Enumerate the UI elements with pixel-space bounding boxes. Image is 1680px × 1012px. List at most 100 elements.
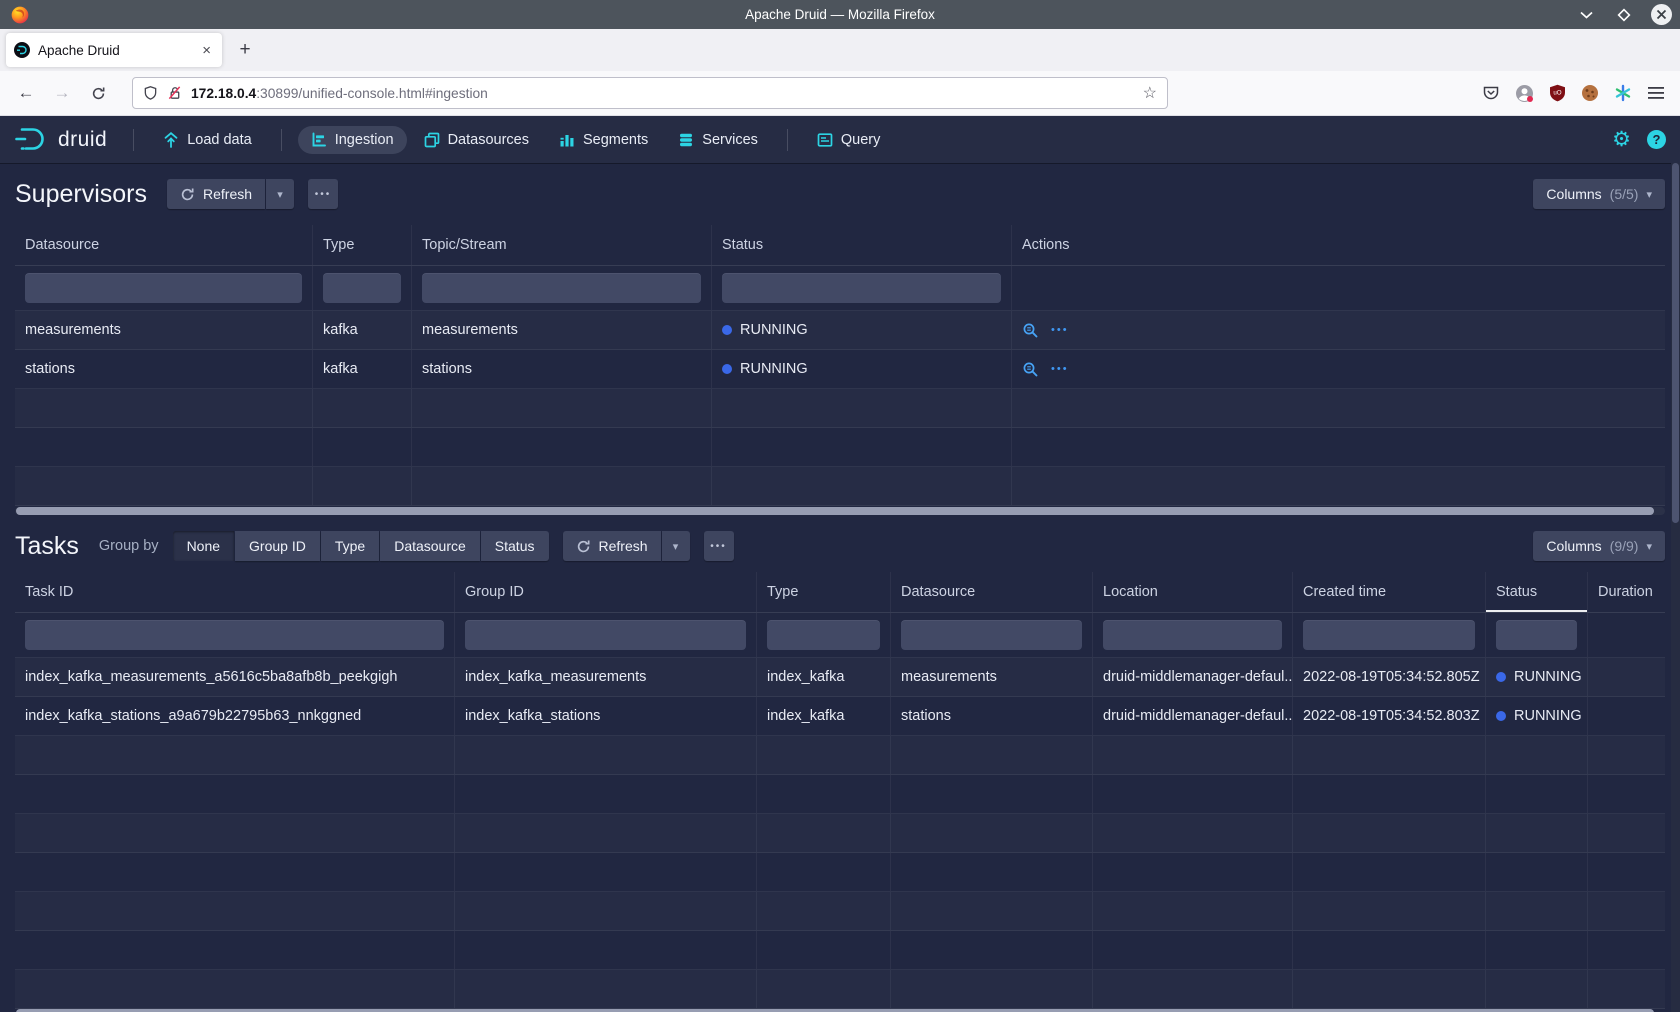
empty-row [15, 970, 1665, 1009]
os-titlebar: Apache Druid — Mozilla Firefox [0, 0, 1680, 29]
filter-status-input[interactable] [722, 273, 1001, 303]
svg-text:uO: uO [1553, 90, 1561, 97]
tab-close-icon[interactable]: × [199, 42, 214, 59]
filter-status-input[interactable] [1496, 620, 1577, 650]
cell-task-id: index_kafka_stations_a9a679b22795b63_nnk… [15, 697, 455, 735]
task-row[interactable]: index_kafka_stations_a9a679b22795b63_nnk… [15, 697, 1665, 736]
status-text: RUNNING [740, 322, 808, 338]
cell-topic: stations [412, 350, 712, 388]
tab-apache-druid[interactable]: Apache Druid × [6, 33, 222, 67]
group-groupid-button[interactable]: Group ID [235, 531, 320, 561]
filter-type-input[interactable] [323, 273, 401, 303]
col-header-status[interactable]: Status [712, 225, 1012, 265]
supervisor-row[interactable]: measurements kafka measurements RUNNING … [15, 311, 1665, 350]
filter-created-time-input[interactable] [1303, 620, 1475, 650]
divider [133, 129, 134, 151]
close-icon[interactable] [1651, 4, 1672, 25]
reload-icon[interactable] [82, 77, 114, 109]
col-header-duration[interactable]: Duration [1588, 572, 1665, 612]
filter-datasource-input[interactable] [25, 273, 302, 303]
empty-row [15, 389, 1665, 428]
tasks-rows: index_kafka_measurements_a5616c5ba8afb8b… [15, 658, 1665, 1009]
col-header-type[interactable]: Type [313, 225, 412, 265]
filter-datasource-input[interactable] [901, 620, 1082, 650]
cell-location: druid-middlemanager-defaul... [1093, 697, 1293, 735]
scrollbar-thumb[interactable] [1672, 163, 1679, 523]
druid-logo[interactable]: druid [14, 126, 107, 153]
back-icon[interactable]: ← [10, 77, 42, 109]
filter-group-id-input[interactable] [465, 620, 746, 650]
group-none-button[interactable]: None [173, 531, 234, 561]
shield-icon[interactable] [143, 85, 158, 101]
help-icon[interactable]: ? [1647, 130, 1666, 149]
filter-location-input[interactable] [1103, 620, 1282, 650]
group-by-label: Group by [99, 538, 159, 554]
status-text: RUNNING [1514, 669, 1582, 685]
col-header-group-id[interactable]: Group ID [455, 572, 757, 612]
nav-load-data[interactable]: Load data [150, 126, 265, 154]
cell-topic: measurements [412, 311, 712, 349]
tasks-table: Task ID Group ID Type Datasource Locatio… [15, 572, 1665, 1009]
col-header-created-time[interactable]: Created time [1293, 572, 1486, 612]
nav-query[interactable]: Query [804, 126, 894, 154]
nav-datasources[interactable]: Datasources [411, 126, 542, 154]
supervisors-more-button[interactable]: ••• [308, 179, 338, 209]
row-more-icon[interactable]: ••• [1051, 363, 1069, 375]
account-icon[interactable] [1514, 83, 1534, 103]
col-header-datasource[interactable]: Datasource [15, 225, 313, 265]
scrollbar-thumb[interactable] [16, 507, 1654, 515]
bookmark-star-icon[interactable]: ☆ [1143, 83, 1157, 103]
screen: Apache Druid — Mozilla Firefox Apache Dr… [0, 0, 1680, 1012]
tasks-filter-row [15, 613, 1665, 658]
supervisors-refresh-button[interactable]: Refresh [167, 179, 265, 209]
cell-location: druid-middlemanager-defaul... [1093, 658, 1293, 696]
insecure-lock-icon[interactable] [167, 85, 182, 101]
extension-asterisk-icon[interactable] [1613, 83, 1633, 103]
col-header-location[interactable]: Location [1093, 572, 1293, 612]
maximize-icon[interactable] [1613, 4, 1635, 26]
menu-icon[interactable] [1646, 83, 1666, 103]
pocket-icon[interactable] [1481, 83, 1501, 103]
col-header-status-sorted[interactable]: Status [1486, 572, 1588, 612]
nav-ingestion[interactable]: Ingestion [298, 126, 407, 154]
tasks-refresh-caret[interactable]: ▾ [662, 531, 690, 561]
filter-type-input[interactable] [767, 620, 880, 650]
settings-gear-icon[interactable]: ⚙ [1612, 129, 1631, 150]
nav-services[interactable]: Services [665, 126, 771, 154]
status-dot [722, 325, 732, 335]
tasks-columns-button[interactable]: Columns (9/9) ▾ [1533, 531, 1665, 561]
task-row[interactable]: index_kafka_measurements_a5616c5ba8afb8b… [15, 658, 1665, 697]
col-header-type[interactable]: Type [757, 572, 891, 612]
page-vscrollbar[interactable] [1671, 163, 1680, 1012]
col-header-datasource[interactable]: Datasource [891, 572, 1093, 612]
empty-row [15, 931, 1665, 970]
col-header-task-id[interactable]: Task ID [15, 572, 455, 612]
inspect-icon[interactable] [1022, 361, 1039, 378]
new-tab-icon[interactable]: + [230, 35, 260, 65]
inspect-icon[interactable] [1022, 322, 1039, 339]
columns-count: (5/5) [1610, 186, 1639, 202]
browser-toolbar: ← → 172.18.0.4:30899/unified-console.htm… [0, 71, 1680, 116]
supervisor-row[interactable]: stations kafka stations RUNNING ••• [15, 350, 1665, 389]
col-header-topic[interactable]: Topic/Stream [412, 225, 712, 265]
ublock-icon[interactable]: uO [1547, 83, 1567, 103]
cell-type: kafka [313, 350, 412, 388]
tasks-refresh-button[interactable]: Refresh [563, 531, 661, 561]
window-title: Apache Druid — Mozilla Firefox [0, 7, 1680, 22]
supervisors-refresh-caret[interactable]: ▾ [266, 179, 294, 209]
row-more-icon[interactable]: ••• [1051, 324, 1069, 336]
nav-segments[interactable]: Segments [546, 126, 661, 154]
group-datasource-button[interactable]: Datasource [380, 531, 480, 561]
cookie-icon[interactable] [1580, 83, 1600, 103]
url-bar[interactable]: 172.18.0.4:30899/unified-console.html#in… [132, 77, 1168, 109]
cell-actions: ••• [1012, 350, 1665, 388]
supervisors-columns-button[interactable]: Columns (5/5) ▾ [1533, 179, 1665, 209]
supervisors-hscrollbar[interactable] [15, 507, 1665, 515]
cell-status: RUNNING [1486, 697, 1588, 735]
filter-task-id-input[interactable] [25, 620, 444, 650]
minimize-icon[interactable] [1575, 4, 1597, 26]
filter-topic-input[interactable] [422, 273, 701, 303]
tasks-more-button[interactable]: ••• [704, 531, 734, 561]
group-status-button[interactable]: Status [481, 531, 549, 561]
group-type-button[interactable]: Type [321, 531, 379, 561]
